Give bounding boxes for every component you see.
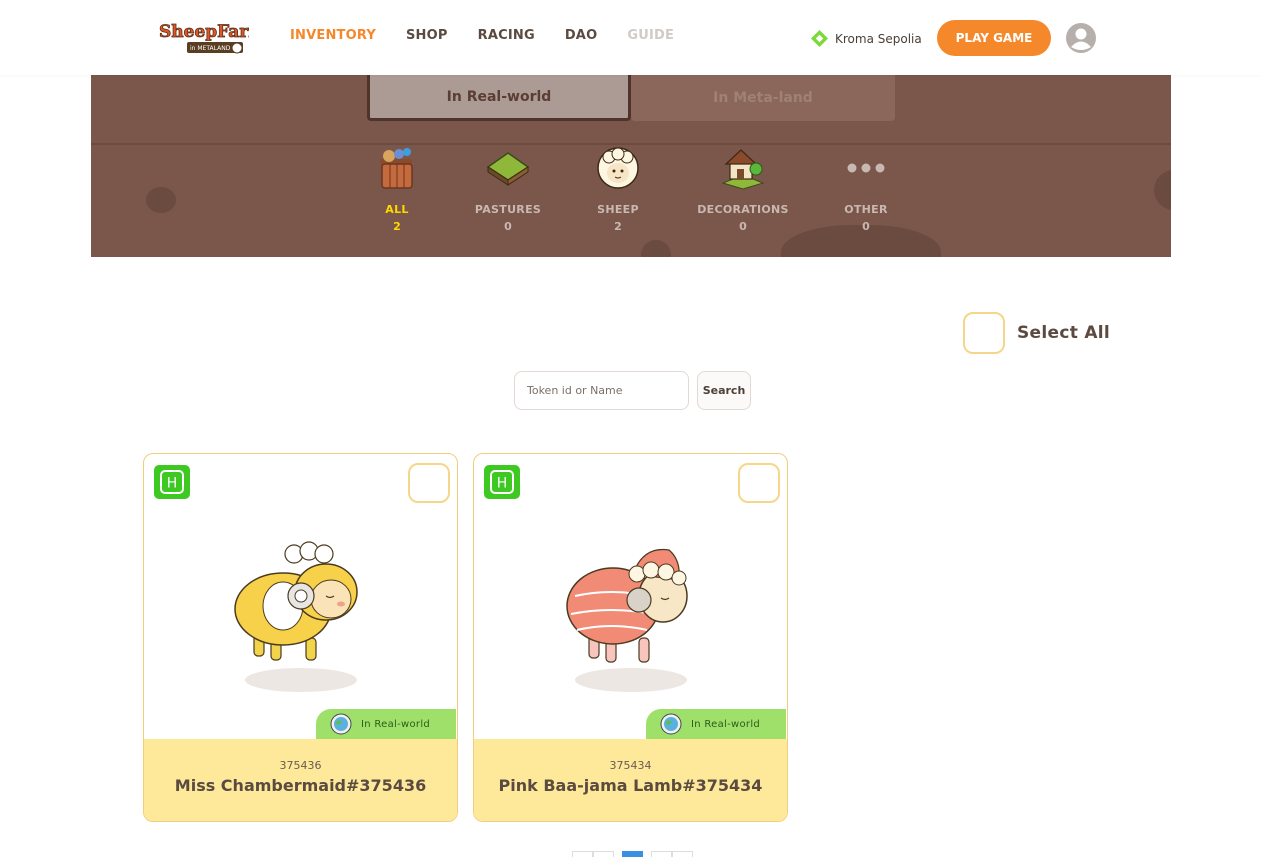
sheep-face-icon: [597, 147, 639, 189]
category-label: PASTURES: [474, 203, 542, 216]
category-count: 0: [504, 220, 512, 233]
location-toggle: In Real-world In Meta-land: [367, 75, 895, 121]
location-tag: In Real-world: [646, 709, 786, 739]
category-decorations[interactable]: DECORATIONS 0: [683, 145, 803, 233]
category-label: ALL: [385, 203, 409, 216]
main-nav: INVENTORY SHOP RACING DAO GUIDE: [290, 28, 704, 44]
location-label: In Real-world: [361, 718, 431, 730]
nav-shop[interactable]: SHOP: [406, 28, 448, 44]
nav-guide[interactable]: GUIDE: [627, 28, 674, 44]
play-game-button[interactable]: PLAY GAME: [937, 20, 1051, 56]
kroma-diamond-icon: [810, 29, 829, 48]
select-all[interactable]: Select All: [963, 312, 1110, 354]
category-pastures[interactable]: PASTURES 0: [448, 145, 568, 233]
category-label: OTHER: [844, 203, 888, 216]
select-all-label: Select All: [1017, 323, 1111, 343]
nft-card[interactable]: H In Real-world 375436 Miss Chambermaid#…: [143, 453, 458, 822]
first-page-button[interactable]: [572, 851, 593, 857]
category-count: 0: [862, 220, 870, 233]
sheepfarm-logo[interactable]: SheepFarm in METALAND: [157, 17, 249, 57]
search-input[interactable]: [514, 371, 689, 410]
select-all-checkbox[interactable]: [963, 312, 1005, 354]
card-select-checkbox[interactable]: [738, 463, 780, 503]
last-page-button[interactable]: [672, 851, 693, 857]
nav-inventory[interactable]: INVENTORY: [290, 28, 376, 44]
house-icon: [721, 149, 765, 190]
category-label: DECORATIONS: [697, 203, 789, 216]
page-button-current[interactable]: [622, 851, 643, 857]
card-footer: 375434 Pink Baa-jama Lamb#375434: [474, 739, 787, 821]
dots-icon: [847, 163, 885, 173]
location-tag: In Real-world: [316, 709, 456, 739]
category-all[interactable]: ALL 2: [337, 145, 457, 233]
globe-icon: [330, 713, 352, 735]
network-indicator[interactable]: Kroma Sepolia: [810, 29, 922, 48]
category-count: 0: [739, 220, 747, 233]
svg-text:H: H: [167, 476, 178, 492]
tab-meta-land[interactable]: In Meta-land: [631, 75, 895, 121]
nav-racing[interactable]: RACING: [478, 28, 535, 44]
token-id: 375436: [279, 759, 322, 772]
pagination: [572, 851, 693, 857]
svg-text:SheepFarm: SheepFarm: [159, 22, 249, 42]
basket-icon: [380, 148, 413, 189]
network-label: Kroma Sepolia: [835, 31, 922, 46]
category-count: 2: [614, 220, 622, 233]
prev-page-button[interactable]: [593, 851, 614, 857]
next-page-button[interactable]: [651, 851, 672, 857]
tab-real-world[interactable]: In Real-world: [367, 75, 631, 121]
category-sheep[interactable]: SHEEP 2: [558, 145, 678, 233]
category-other[interactable]: OTHER 0: [806, 145, 926, 233]
miss-chambermaid-sheep-art: [234, 541, 358, 692]
card-footer: 375436 Miss Chambermaid#375436: [144, 739, 457, 821]
globe-icon: [660, 713, 682, 735]
token-name: Pink Baa-jama Lamb#375434: [498, 776, 763, 795]
location-label: In Real-world: [691, 718, 761, 730]
nft-card[interactable]: H In Real-world 375434 Pink Baa-jama Lam…: [473, 453, 788, 822]
card-select-checkbox[interactable]: [408, 463, 450, 503]
h-badge-icon: H: [484, 465, 520, 499]
pink-baa-jama-lamb-art: [566, 548, 688, 692]
h-badge-icon: H: [154, 465, 190, 499]
token-id: 375434: [609, 759, 652, 772]
nav-dao[interactable]: DAO: [565, 28, 598, 44]
category-label: SHEEP: [597, 203, 639, 216]
search-button[interactable]: Search: [697, 371, 751, 410]
svg-text:in METALAND: in METALAND: [190, 45, 231, 52]
inventory-banner: In Real-world In Meta-land ALL 2 PASTURE…: [91, 75, 1171, 257]
pasture-icon: [486, 152, 530, 186]
svg-text:H: H: [497, 476, 508, 492]
category-count: 2: [393, 220, 401, 233]
top-header: SheepFarm in METALAND INVENTORY SHOP RAC…: [0, 0, 1261, 75]
user-avatar-icon[interactable]: [1066, 23, 1096, 53]
token-name: Miss Chambermaid#375436: [174, 776, 427, 795]
category-filter: ALL 2 PASTURES 0 SHEEP 2 DECORATIONS 0 O…: [91, 145, 1171, 245]
